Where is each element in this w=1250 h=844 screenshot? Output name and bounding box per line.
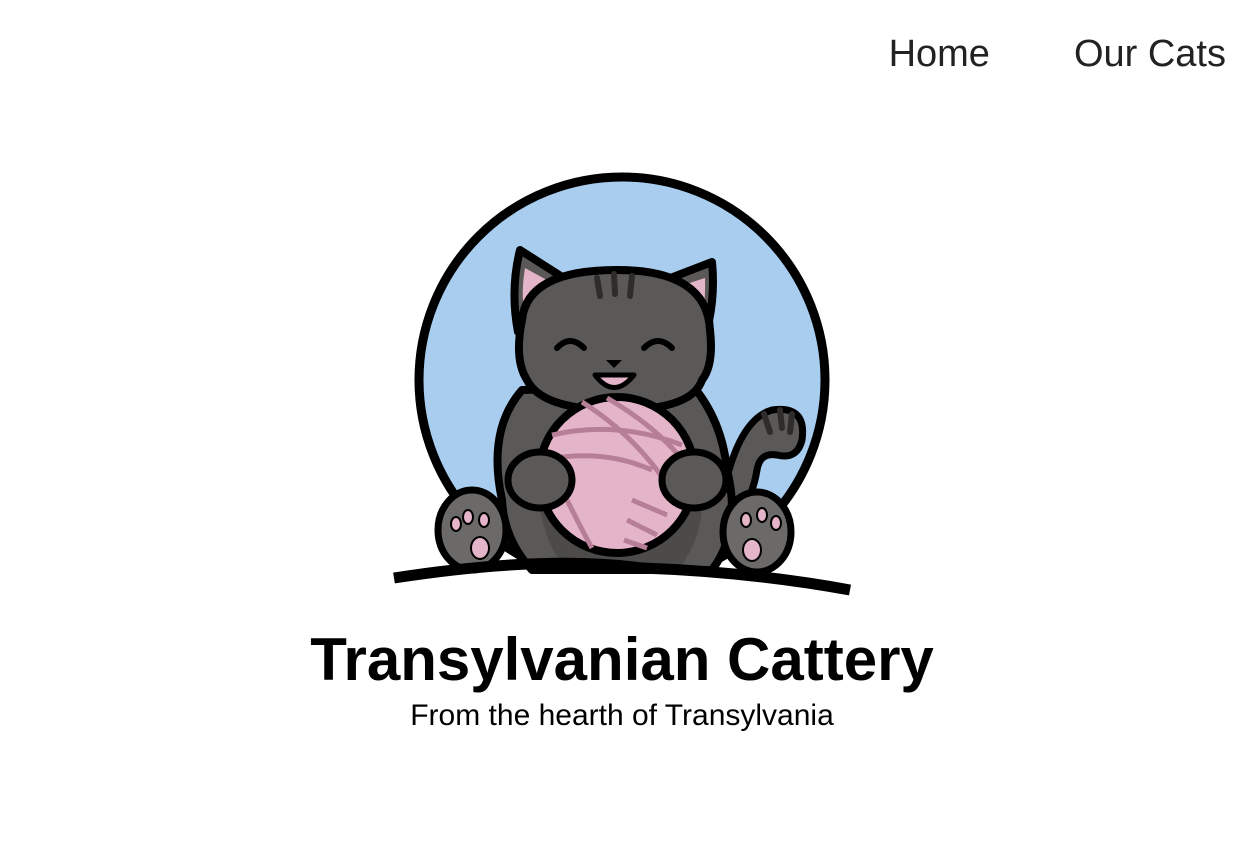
nav-link-home[interactable]: Home	[889, 30, 990, 78]
nav-link-our-cats[interactable]: Our Cats	[1074, 30, 1226, 78]
site-title: Transylvanian Cattery	[310, 626, 934, 693]
top-nav: Home Our Cats	[889, 30, 1226, 78]
page: Home Our Cats Transylvanian Cattery From…	[0, 0, 1250, 844]
cat-logo-icon	[392, 172, 854, 600]
site-tagline: From the hearth of Transylvania	[410, 699, 834, 732]
